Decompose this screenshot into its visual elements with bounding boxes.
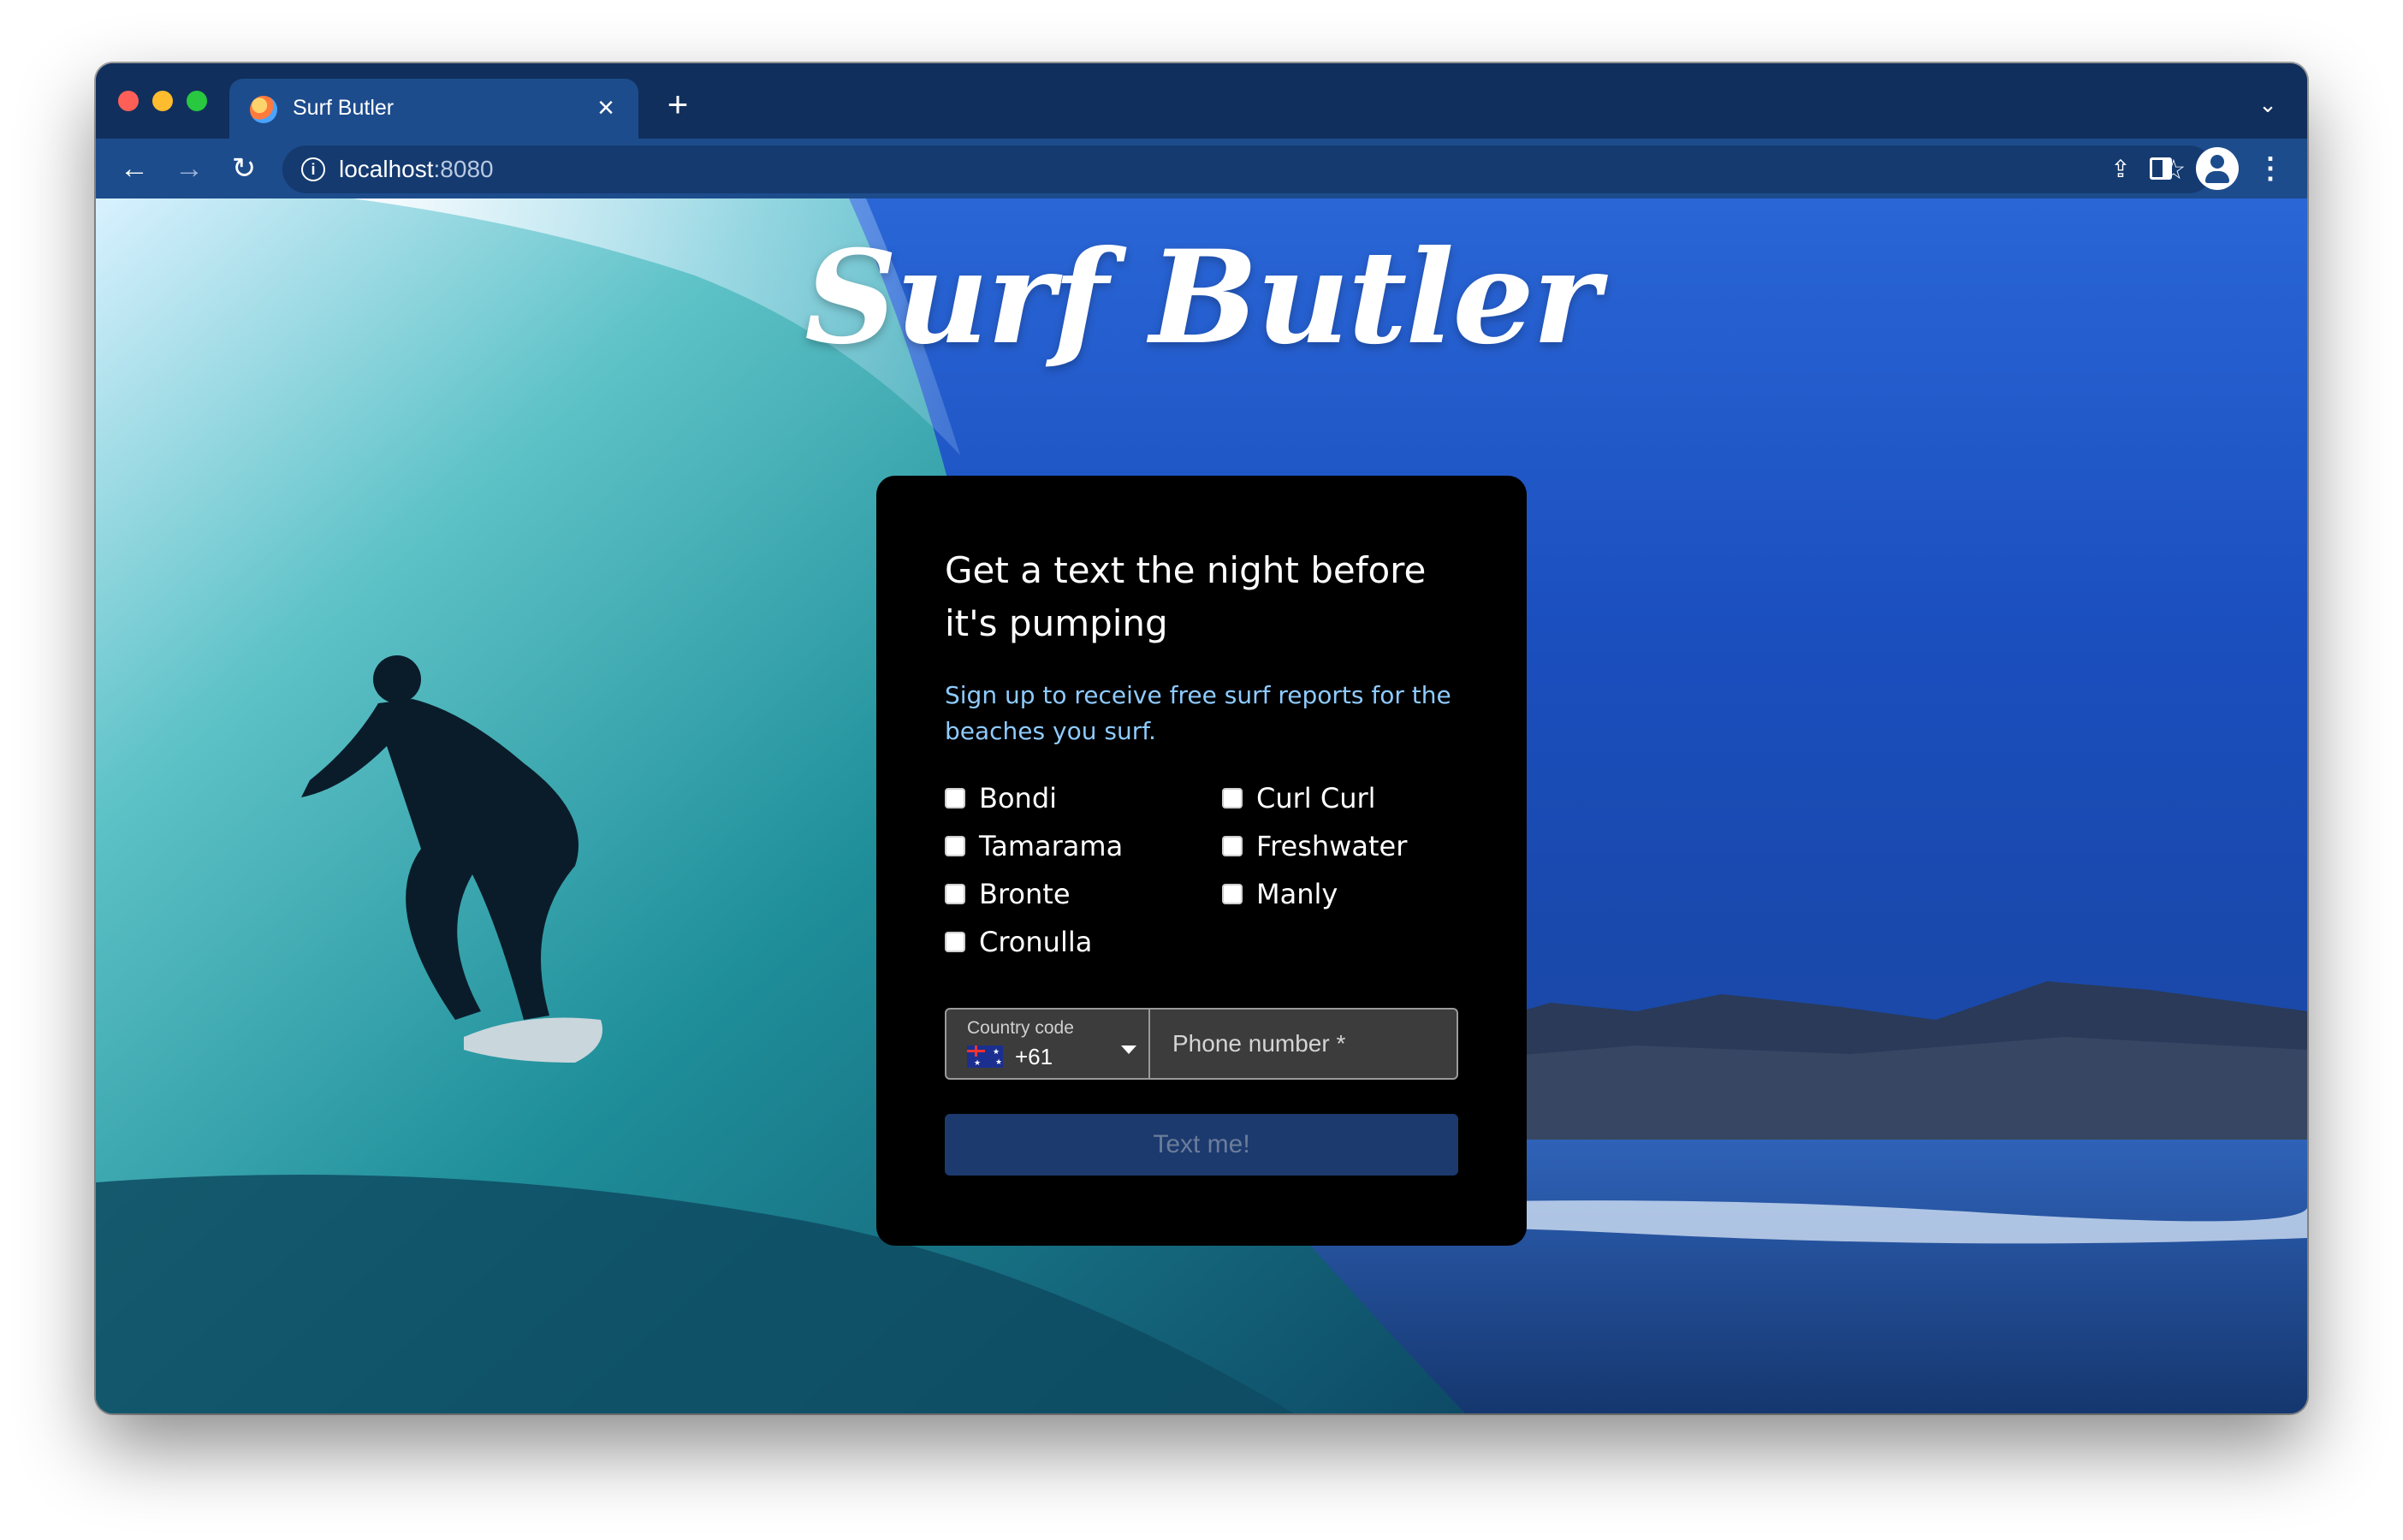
- reload-icon[interactable]: ↻: [226, 151, 262, 187]
- site-info-icon[interactable]: i: [301, 157, 325, 181]
- forward-arrow-icon[interactable]: →: [171, 151, 207, 187]
- checkbox[interactable]: [1222, 788, 1243, 808]
- minimize-window-button[interactable]: [152, 91, 173, 111]
- close-window-button[interactable]: [118, 91, 139, 111]
- checkbox[interactable]: [945, 932, 965, 952]
- beach-option-bondi[interactable]: Bondi: [945, 777, 1057, 820]
- beach-label: Freshwater: [1256, 830, 1408, 862]
- country-code-value: +61: [1015, 1044, 1053, 1069]
- browser-window: Surf Butler × + ⌄ ← → ↻ i localhost:8080…: [96, 63, 2307, 1413]
- url-text[interactable]: localhost:8080: [339, 156, 494, 183]
- checkbox[interactable]: [1222, 884, 1243, 904]
- checkbox[interactable]: [945, 836, 965, 856]
- avatar: [2196, 147, 2239, 190]
- beach-option-cronulla[interactable]: Cronulla: [945, 921, 1092, 963]
- url-port: :8080: [433, 156, 494, 182]
- beach-label: Bondi: [979, 782, 1058, 814]
- beach-label: Cronulla: [979, 926, 1093, 958]
- zoom-window-button[interactable]: [187, 91, 207, 111]
- profile-icon[interactable]: [2196, 147, 2239, 190]
- new-tab-button[interactable]: +: [659, 86, 697, 123]
- signup-card: Get a text the night before it's pumping…: [876, 476, 1527, 1246]
- beach-label: Manly: [1256, 878, 1338, 910]
- beach-option-manly[interactable]: Manly: [1222, 873, 1338, 915]
- side-panel-glyph: [2150, 157, 2172, 180]
- url-host: localhost: [339, 156, 434, 182]
- beach-option-freshwater[interactable]: Freshwater: [1222, 825, 1407, 868]
- beach-option-tamarama[interactable]: Tamarama: [945, 825, 1123, 868]
- tab-strip: Surf Butler × + ⌄: [96, 63, 2307, 140]
- checkbox[interactable]: [945, 884, 965, 904]
- checkbox[interactable]: [945, 788, 965, 808]
- phone-number-input[interactable]: [1152, 1010, 1457, 1078]
- browser-toolbar: ← → ↻ i localhost:8080 ⇪ ☆ ⋮: [96, 139, 2307, 198]
- chevron-down-icon[interactable]: ⌄: [2252, 89, 2283, 120]
- caret-down-icon: [1121, 1045, 1136, 1054]
- close-icon[interactable]: ×: [589, 91, 623, 125]
- beach-option-bronte[interactable]: Bronte: [945, 873, 1071, 915]
- kebab-menu-icon[interactable]: ⋮: [2252, 151, 2288, 187]
- surf-butler-logo: Surf Butler: [804, 222, 1600, 373]
- beach-checkbox-list: Bondi Curl Curl Tamarama Freshwater Bron…: [945, 777, 1475, 982]
- page-viewport: Surf Butler Get a text the night before …: [96, 198, 2307, 1413]
- tab-title: Surf Butler: [293, 96, 395, 120]
- share-icon[interactable]: ⇪: [2105, 154, 2136, 185]
- favicon-icon: [250, 96, 277, 123]
- beach-label: Curl Curl: [1256, 782, 1376, 814]
- beach-label: Bronte: [979, 878, 1071, 910]
- card-heading: Get a text the night before it's pumping: [945, 549, 1427, 644]
- phone-field-group: Country code ★ ★ ★ +61: [945, 1008, 1458, 1080]
- beach-label: Tamarama: [979, 830, 1124, 862]
- country-code-label: Country code: [967, 1018, 1074, 1038]
- beach-option-curl-curl[interactable]: Curl Curl: [1222, 777, 1376, 820]
- card-subheading: Sign up to receive free surf reports for…: [945, 681, 1451, 745]
- tab-surf-butler[interactable]: Surf Butler ×: [229, 79, 638, 140]
- address-bar[interactable]: i localhost:8080 ⇪ ☆: [282, 145, 2213, 193]
- back-arrow-icon[interactable]: ←: [116, 151, 152, 187]
- side-panel-icon[interactable]: [2143, 151, 2179, 187]
- australia-flag-icon: ★ ★ ★: [967, 1045, 1003, 1068]
- country-code-select[interactable]: Country code ★ ★ ★ +61: [946, 1010, 1150, 1078]
- text-me-button[interactable]: Text me!: [945, 1114, 1458, 1176]
- checkbox[interactable]: [1222, 836, 1243, 856]
